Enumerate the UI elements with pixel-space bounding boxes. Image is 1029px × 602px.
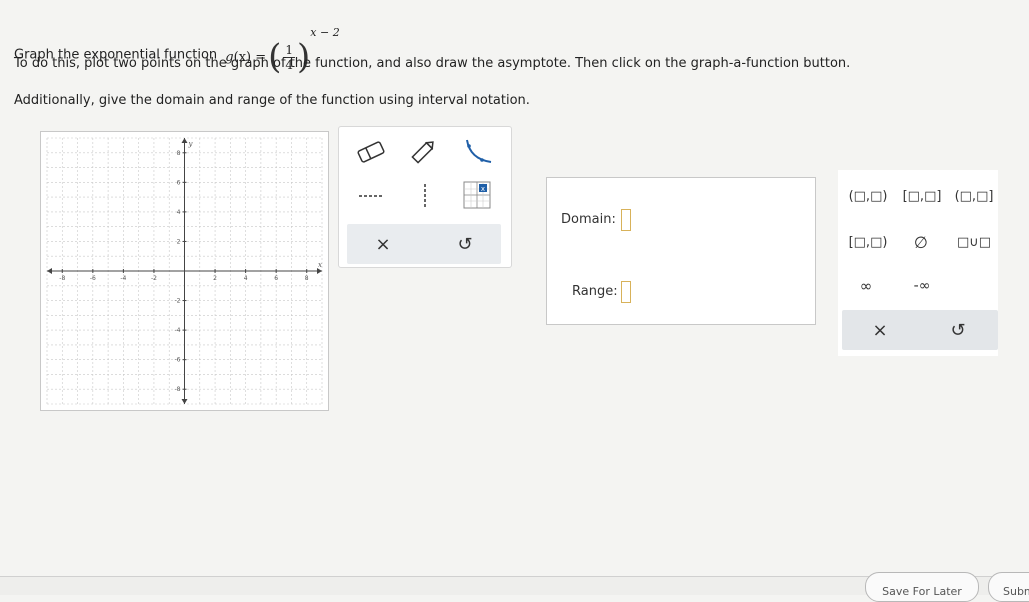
- infinity-key[interactable]: ∞: [852, 276, 880, 296]
- graph-function-button[interactable]: x: [457, 180, 497, 210]
- x-tick-label: 4: [244, 275, 248, 282]
- range-input[interactable]: [621, 281, 631, 303]
- submit-button[interactable]: Submit: [988, 572, 1029, 602]
- union-key[interactable]: □∪□: [952, 232, 996, 252]
- y-tick-label: 4: [177, 209, 181, 216]
- y-axis-arrow-up: [181, 138, 188, 143]
- x-tick-label: -4: [120, 275, 126, 282]
- x-tick-label: -8: [59, 275, 65, 282]
- closed-open-interval-key[interactable]: [□,□): [846, 232, 890, 252]
- horizontal-dashed-line-icon: [359, 195, 383, 197]
- exponent: x − 2: [310, 26, 340, 39]
- y-tick-label: 8: [177, 150, 181, 157]
- y-axis-arrow-down: [181, 399, 188, 404]
- undo-answer-button[interactable]: ↺: [930, 310, 986, 350]
- y-axis-label: y: [188, 140, 194, 148]
- x-tick-label: -2: [151, 275, 157, 282]
- open-closed-interval-key[interactable]: (□,□]: [952, 186, 996, 206]
- x-tick-label: 8: [305, 275, 309, 282]
- negative-infinity-key[interactable]: -∞: [904, 276, 940, 296]
- x-tick-label: 6: [274, 275, 278, 282]
- clear-answer-button[interactable]: ×: [852, 310, 908, 350]
- interval-keypad: (□,□) [□,□] (□,□] [□,□) ∅ □∪□ ∞ -∞ × ↺: [838, 170, 998, 356]
- tool-palette-footer: × ↺: [347, 224, 501, 264]
- y-tick-label: -6: [175, 357, 181, 364]
- question-line-3: Additionally, give the domain and range …: [14, 93, 530, 108]
- x-axis-arrow-left: [47, 268, 52, 274]
- eraser-tool[interactable]: [351, 137, 391, 167]
- save-for-later-button[interactable]: Save For Later: [865, 572, 979, 602]
- horizontal-asymptote-tool[interactable]: [351, 181, 391, 211]
- y-tick-label: 2: [177, 238, 181, 245]
- keypad-footer: × ↺: [842, 310, 998, 350]
- x-tick-label: -6: [90, 275, 96, 282]
- svg-text:x: x: [481, 185, 485, 193]
- open-open-interval-key[interactable]: (□,□): [846, 186, 890, 206]
- y-tick-label: -4: [175, 327, 181, 334]
- graph-tool-palette: x × ↺: [338, 126, 512, 268]
- x-tick-label: 2: [213, 275, 217, 282]
- undo-graph-button[interactable]: ↺: [435, 224, 495, 264]
- vertical-asymptote-tool[interactable]: [405, 181, 445, 211]
- question-line-2: To do this, plot two points on the graph…: [14, 56, 851, 71]
- clear-graph-button[interactable]: ×: [353, 224, 413, 264]
- eraser-icon: [357, 141, 385, 163]
- graph-function-icon: x: [463, 181, 491, 209]
- y-tick-label: 6: [177, 179, 181, 186]
- answer-panel: Domain: Range:: [546, 177, 816, 325]
- closed-closed-interval-key[interactable]: [□,□]: [900, 186, 944, 206]
- pencil-icon: [411, 141, 434, 164]
- coordinate-graph[interactable]: -8 -6 -4 -2 2 4 6 8 8 6 4 2 -2 -4 -6 -8 x y: [40, 131, 329, 411]
- y-tick-label: -2: [175, 298, 181, 305]
- pencil-tool[interactable]: [403, 137, 443, 167]
- range-label: Range:: [572, 284, 618, 299]
- exponential-curve-tool[interactable]: [457, 137, 497, 167]
- vertical-dashed-line-icon: [424, 184, 426, 208]
- domain-input[interactable]: [621, 209, 631, 231]
- exponential-curve-icon: [466, 139, 492, 163]
- graph-canvas[interactable]: -8 -6 -4 -2 2 4 6 8 8 6 4 2 -2 -4 -6 -8 x y: [41, 132, 328, 410]
- y-tick-label: -8: [175, 386, 181, 393]
- x-axis-label: x: [318, 261, 322, 269]
- domain-label: Domain:: [561, 212, 616, 227]
- empty-set-key[interactable]: ∅: [906, 230, 936, 254]
